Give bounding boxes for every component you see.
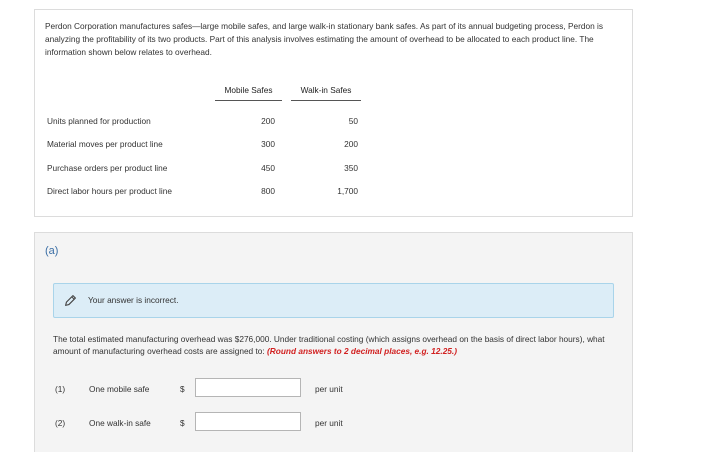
part-label: (a) bbox=[45, 245, 59, 257]
cell-purchase-orders-walkin: 350 bbox=[344, 163, 358, 173]
walk-in-safe-overhead-input[interactable] bbox=[195, 412, 301, 431]
part-a-card: (a) Your answer is incorrect. The total … bbox=[34, 232, 633, 452]
unit-label: per unit bbox=[315, 418, 343, 428]
problem-intro: Perdon Corporation manufactures safes—la… bbox=[45, 21, 604, 57]
answer-label: One walk-in safe bbox=[89, 418, 151, 428]
row-label-units: Units planned for production bbox=[47, 116, 151, 126]
problem-card: Perdon Corporation manufactures safes—la… bbox=[34, 9, 633, 217]
unit-label: per unit bbox=[315, 384, 343, 394]
cell-material-moves-mobile: 300 bbox=[261, 139, 275, 149]
cell-labor-hours-walkin: 1,700 bbox=[337, 186, 358, 196]
answer-number: (2) bbox=[55, 418, 66, 428]
answer-row-walkin: (2) One walk-in safe $ per unit bbox=[35, 412, 634, 434]
mobile-safe-overhead-input[interactable] bbox=[195, 378, 301, 397]
cell-purchase-orders-mobile: 450 bbox=[261, 163, 275, 173]
currency-symbol: $ bbox=[180, 418, 185, 428]
incorrect-answer-alert: Your answer is incorrect. bbox=[53, 283, 614, 318]
cell-labor-hours-mobile: 800 bbox=[261, 186, 275, 196]
answer-label: One mobile safe bbox=[89, 384, 150, 394]
question-text: The total estimated manufacturing overhe… bbox=[53, 333, 618, 357]
cell-units-walkin: 50 bbox=[348, 116, 358, 126]
column-header-walk-in-safes: Walk-in Safes bbox=[291, 85, 361, 101]
cell-material-moves-walkin: 200 bbox=[344, 139, 358, 149]
row-label-purchase-orders: Purchase orders per product line bbox=[47, 163, 168, 173]
rounding-hint: (Round answers to 2 decimal places, e.g.… bbox=[267, 346, 457, 356]
row-label-material-moves: Material moves per product line bbox=[47, 139, 163, 149]
currency-symbol: $ bbox=[180, 384, 185, 394]
answer-row-mobile: (1) One mobile safe $ per unit bbox=[35, 378, 634, 400]
alert-text: Your answer is incorrect. bbox=[88, 295, 179, 305]
pencil-icon bbox=[65, 295, 76, 306]
row-label-labor-hours: Direct labor hours per product line bbox=[47, 186, 172, 196]
column-header-mobile-safes: Mobile Safes bbox=[215, 85, 282, 101]
cell-units-mobile: 200 bbox=[261, 116, 275, 126]
answer-number: (1) bbox=[55, 384, 66, 394]
